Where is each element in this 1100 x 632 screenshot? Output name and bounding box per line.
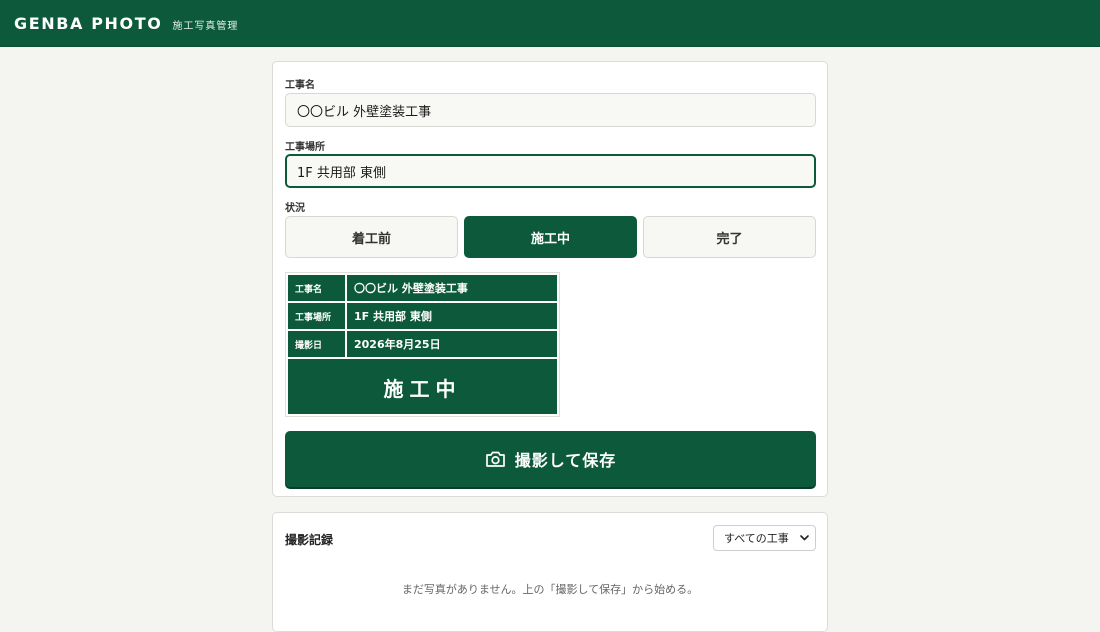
capture-save-button[interactable]: 撮影して保存: [285, 431, 816, 487]
status-button-before[interactable]: 着工前: [285, 216, 458, 258]
board-key: 工事名: [288, 275, 347, 301]
project-name-label: 工事名: [285, 80, 315, 91]
project-name-input[interactable]: [285, 93, 816, 127]
board-row-date: 撮影日 2026年8月25日: [288, 331, 557, 359]
status-button-complete[interactable]: 完了: [643, 216, 816, 258]
brand-logo: GENBA PHOTO: [14, 13, 163, 33]
capture-save-label: 撮影して保存: [514, 451, 617, 470]
log-title: 撮影記録: [285, 533, 334, 547]
camera-icon: [485, 451, 505, 467]
brand-subtitle: 施工写真管理: [172, 21, 239, 32]
project-filter-select[interactable]: すべての工事: [713, 525, 816, 551]
photo-log-card: 撮影記録 すべての工事 まだ写真がありません。上の「撮影して保存」から始める。: [272, 512, 828, 632]
photo-form-card: 工事名 工事場所 状況 着工前 施工中 完了 工事名 〇〇ビル 外壁塗装工事 工…: [272, 61, 828, 497]
status-label: 状況: [285, 203, 305, 214]
board-row-project: 工事名 〇〇ビル 外壁塗装工事: [288, 275, 557, 303]
app-header: GENBA PHOTO 施工写真管理: [0, 0, 1100, 47]
location-input[interactable]: [285, 154, 816, 188]
board-value: 1F 共用部 東側: [354, 310, 432, 323]
board-key: 工事場所: [288, 303, 347, 329]
chevron-down-icon: [800, 535, 809, 541]
status-button-in-progress[interactable]: 施工中: [464, 216, 637, 258]
empty-state-message: まだ写真がありません。上の「撮影して保存」から始める。: [401, 583, 699, 596]
board-status: 施工中: [383, 377, 462, 401]
project-filter-value: すべての工事: [724, 532, 789, 545]
board-key: 撮影日: [288, 331, 347, 357]
board-value: 〇〇ビル 外壁塗装工事: [354, 282, 468, 295]
board-value: 2026年8月25日: [354, 338, 441, 351]
construction-blackboard: 工事名 〇〇ビル 外壁塗装工事 工事場所 1F 共用部 東側 撮影日 2026年…: [285, 272, 560, 417]
location-label: 工事場所: [285, 142, 325, 153]
board-row-location: 工事場所 1F 共用部 東側: [288, 303, 557, 331]
